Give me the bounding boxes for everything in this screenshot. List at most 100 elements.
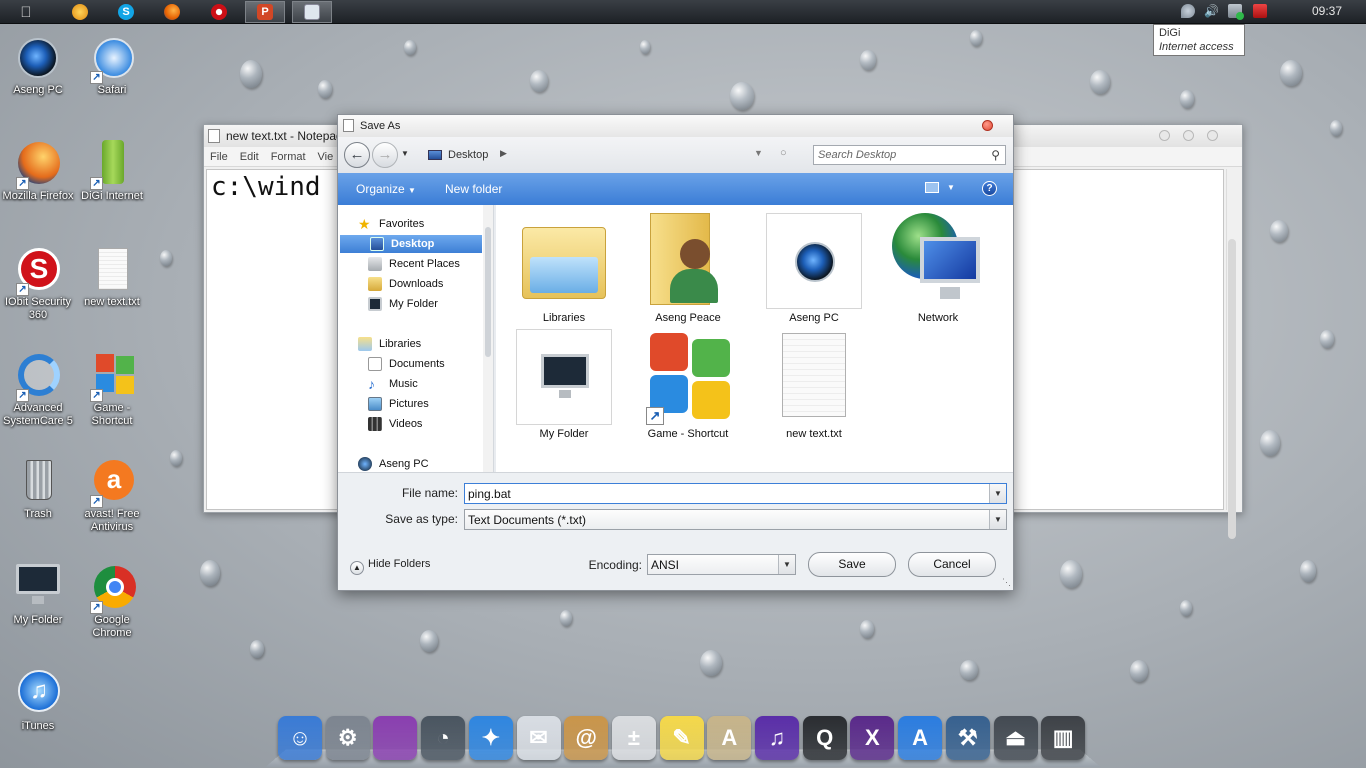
file-item-aseng-peace[interactable]: Aseng Peace <box>640 213 736 324</box>
nav-videos[interactable]: Videos <box>338 415 480 433</box>
xcode-icon[interactable]: ⚒ <box>945 716 990 760</box>
nav-downloads[interactable]: Downloads <box>338 275 480 293</box>
desktop-icon-digi-internet[interactable]: ↗ DiGi Internet <box>74 140 150 203</box>
menu-edit[interactable]: Edit <box>240 151 259 163</box>
refresh-icon[interactable]: ○ <box>780 147 787 159</box>
app-store-icon[interactable]: A <box>898 716 943 760</box>
dashboard-icon[interactable]: ◔ <box>421 716 466 760</box>
view-dropdown-icon[interactable]: ▼ <box>947 183 955 192</box>
encoding-select[interactable]: ANSI ▼ <box>647 554 796 575</box>
downloads-folder-icon <box>368 277 382 291</box>
hide-folders-button[interactable]: ▲ Hide Folders <box>350 558 430 575</box>
file-item-network[interactable]: Network <box>890 213 986 324</box>
notepad-minimize-button[interactable] <box>1159 130 1170 141</box>
nav-scrollbar[interactable] <box>483 205 493 472</box>
history-dropdown-icon[interactable]: ▼ <box>401 149 409 158</box>
desktop-icon-firefox[interactable]: ↗ Mozilla Firefox <box>0 140 76 203</box>
notepad-scrollbar[interactable] <box>1226 169 1240 539</box>
search-icon[interactable]: ⚲ <box>991 148 1000 162</box>
clock[interactable]: 09:37 <box>1312 4 1342 18</box>
help-icon[interactable]: ? <box>982 181 997 196</box>
desktop-icon-trash[interactable]: Trash <box>0 458 76 521</box>
dialog-titlebar[interactable]: Save As <box>338 115 1013 137</box>
nav-recent-places[interactable]: Recent Places <box>338 255 480 273</box>
address-desktop[interactable]: Desktop <box>448 149 488 161</box>
desktop-icon-iobit[interactable]: S ↗ IObit Security 360 <box>0 246 76 322</box>
change-view-icon[interactable] <box>925 182 939 193</box>
encoding-dropdown-icon[interactable]: ▼ <box>778 555 795 574</box>
nav-my-folder[interactable]: My Folder <box>338 295 480 313</box>
desktop-icon-new-text[interactable]: new text.txt <box>74 246 150 309</box>
apple-menu-button[interactable]:  <box>6 1 46 23</box>
cancel-button[interactable]: Cancel <box>908 552 996 577</box>
weather-app-button[interactable] <box>60 1 100 23</box>
text-editor-icon[interactable]: A <box>707 716 752 760</box>
desktop-icon-advanced-systemcare[interactable]: ↗ Advanced SystemCare 5 <box>0 352 76 428</box>
safari-dock-icon[interactable]: ✦ <box>468 716 513 760</box>
nav-documents[interactable]: Documents <box>338 355 480 373</box>
nav-desktop[interactable]: Desktop <box>340 235 482 253</box>
desktop-icon-aseng-pc[interactable]: Aseng PC <box>0 34 76 97</box>
droplet-tray-icon[interactable] <box>1181 4 1195 18</box>
dialog-close-button[interactable] <box>982 120 993 131</box>
menu-view[interactable]: Vie <box>318 151 334 163</box>
desktop-icon-safari[interactable]: ↗ Safari <box>74 34 150 97</box>
nav-libraries[interactable]: Libraries <box>338 335 480 353</box>
save-type-select[interactable]: Text Documents (*.txt) ▼ <box>464 509 1007 530</box>
x11-icon[interactable]: X <box>850 716 895 760</box>
search-input[interactable]: Search Desktop ⚲ <box>813 145 1006 165</box>
forward-button[interactable]: → <box>372 142 398 168</box>
save-type-dropdown-icon[interactable]: ▼ <box>989 510 1006 529</box>
file-name-input[interactable]: ping.bat ▼ <box>464 483 1007 504</box>
breadcrumb-arrow-icon[interactable]: ▶ <box>500 148 507 159</box>
file-item-aseng-pc[interactable]: Aseng PC <box>766 213 862 324</box>
menu-format[interactable]: Format <box>271 151 306 163</box>
notepad-scroll-thumb[interactable] <box>1228 239 1236 539</box>
desktop-icon-game-shortcut[interactable]: ↗ Game - Shortcut <box>74 352 150 428</box>
notepad-maximize-button[interactable] <box>1183 130 1194 141</box>
battery-warning-icon[interactable] <box>1253 4 1267 18</box>
file-item-my-folder[interactable]: My Folder <box>516 329 612 440</box>
file-name-dropdown-icon[interactable]: ▼ <box>989 484 1006 503</box>
opera-taskbar-button[interactable] <box>199 1 239 23</box>
desktop-icon-chrome[interactable]: ↗ Google Chrome <box>74 564 150 640</box>
volume-icon[interactable]: 🔊 <box>1204 4 1219 18</box>
finder-icon[interactable]: ☺ <box>278 716 322 760</box>
itunes-dock-icon[interactable]: ♫ <box>755 716 799 760</box>
organize-button[interactable]: Organize ▼ <box>356 182 416 196</box>
eject-icon[interactable]: ⏏ <box>993 716 1038 760</box>
quicktime-icon[interactable]: Q <box>802 716 847 760</box>
address-bar[interactable]: Desktop ▶ ▼ ○ <box>424 145 804 165</box>
powerpoint-taskbar-button[interactable]: P <box>245 1 285 23</box>
resize-grip-icon[interactable]: ⋱ <box>1002 577 1011 588</box>
new-folder-button[interactable]: New folder <box>445 182 502 196</box>
notepad-taskbar-button[interactable] <box>292 1 332 23</box>
nav-favorites[interactable]: ★ Favorites <box>338 215 480 233</box>
file-item-new-text[interactable]: new text.txt <box>766 329 862 440</box>
desktop-icon-itunes[interactable]: ♫ iTunes <box>0 670 76 733</box>
firefox-taskbar-button[interactable] <box>152 1 192 23</box>
address-book-icon[interactable]: @ <box>564 716 609 760</box>
network-status-icon[interactable] <box>1228 4 1244 20</box>
nav-aseng-pc[interactable]: Aseng PC <box>338 455 480 473</box>
skype-button[interactable]: S <box>106 1 146 23</box>
nav-scroll-thumb[interactable] <box>485 227 491 357</box>
mail-icon[interactable]: ✉ <box>516 716 561 760</box>
save-button[interactable]: Save <box>808 552 896 577</box>
file-item-game-shortcut[interactable]: ↗ Game - Shortcut <box>640 329 736 440</box>
address-dropdown-icon[interactable]: ▼ <box>754 148 763 158</box>
desktop-icon-my-folder[interactable]: My Folder <box>0 564 76 627</box>
file-item-libraries[interactable]: Libraries <box>516 213 612 324</box>
wallpaper-icon[interactable] <box>373 716 418 760</box>
desktop-icon-avast[interactable]: a ↗ avast! Free Antivirus <box>74 458 150 534</box>
stickies-icon[interactable]: ✎ <box>659 716 704 760</box>
system-preferences-icon[interactable]: ⚙ <box>325 716 370 760</box>
back-button[interactable]: ← <box>344 142 370 168</box>
nav-pictures[interactable]: Pictures <box>338 395 480 413</box>
menu-file[interactable]: File <box>210 151 228 163</box>
notepad-close-button[interactable] <box>1207 130 1218 141</box>
nav-music[interactable]: ♪ Music <box>338 375 480 393</box>
calculator-icon[interactable]: ± <box>611 716 656 760</box>
trash-dock-icon[interactable]: ▥ <box>1041 716 1086 760</box>
firefox-desktop-icon: ↗ <box>14 140 62 190</box>
